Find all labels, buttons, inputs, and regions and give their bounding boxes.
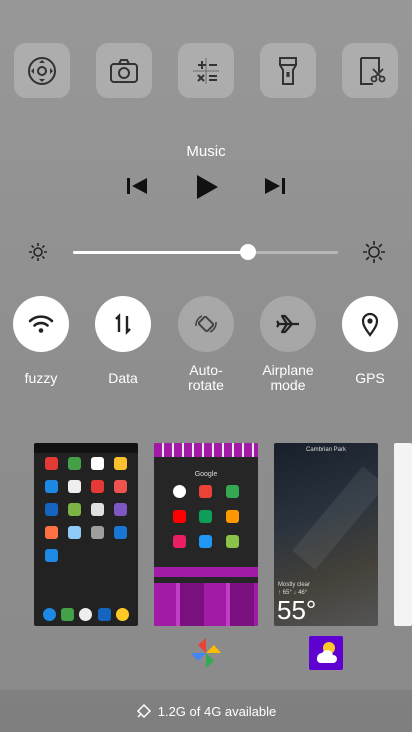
google-folder-grid: [166, 485, 246, 548]
recent-app-card-google[interactable]: Google: [154, 443, 258, 626]
camera-icon: [110, 58, 138, 83]
wifi-icon: [28, 315, 54, 333]
brightness-slider-thumb[interactable]: [240, 244, 256, 260]
recent-app-card-partial[interactable]: [394, 443, 412, 626]
screenshot-tile[interactable]: [342, 43, 398, 98]
clean-icon: [136, 703, 151, 719]
weather-temperature: 55°: [277, 595, 317, 625]
yahoo-weather-icon[interactable]: [309, 636, 343, 670]
flashlight-icon: [279, 56, 297, 85]
play-button[interactable]: [192, 172, 222, 202]
auto-rotate-toggle[interactable]: [178, 296, 234, 352]
airplane-icon: [276, 314, 299, 334]
data-toggle[interactable]: [95, 296, 151, 352]
next-track-button[interactable]: [262, 172, 288, 200]
storage-text: 1.2G of 4G available: [157, 703, 277, 719]
airplane-mode-toggle[interactable]: [260, 296, 316, 352]
wifi-label: fuzzy: [24, 370, 58, 386]
camera-tile[interactable]: [96, 43, 152, 98]
skip-next-icon: [265, 178, 285, 194]
memory-cleaner-bar[interactable]: 1.2G of 4G available: [0, 690, 412, 732]
recent-app-card-weather[interactable]: Cambrian Park Mostly clear ↑ 65° ↓ 46° 5…: [274, 443, 378, 626]
weather-condition: Mostly clear: [278, 582, 311, 588]
previous-track-button[interactable]: [124, 172, 150, 200]
play-icon: [197, 175, 218, 199]
calculator-tile[interactable]: [178, 43, 234, 98]
skip-previous-icon: [127, 178, 147, 194]
wifi-toggle[interactable]: [13, 296, 69, 352]
assistive-touch-tile[interactable]: [14, 43, 70, 98]
photos-pinwheel-icon[interactable]: [189, 636, 223, 670]
auto-rotate-icon: [195, 315, 217, 333]
location-icon: [361, 312, 379, 337]
data-label: Data: [108, 370, 138, 386]
flashlight-tile[interactable]: [260, 43, 316, 98]
assistive-touch-icon: [28, 56, 56, 85]
screenshot-icon: [360, 56, 386, 85]
mobile-data-icon: [115, 313, 131, 335]
calculator-icon: [193, 57, 219, 84]
music-title: Music: [186, 143, 226, 160]
gps-toggle[interactable]: [342, 296, 398, 352]
google-folder-title: Google: [194, 471, 218, 478]
weather-location: Cambrian Park: [305, 447, 346, 453]
home-icon-grid: [40, 457, 132, 562]
brightness-high-icon: [362, 240, 386, 264]
recent-app-card-home[interactable]: [34, 443, 138, 626]
airplane-mode-label: Airplane mode: [262, 362, 314, 393]
brightness-slider-fill: [73, 251, 248, 254]
auto-rotate-label: Auto- rotate: [188, 362, 224, 393]
brightness-low-icon: [26, 240, 50, 264]
gps-label: GPS: [355, 370, 385, 386]
